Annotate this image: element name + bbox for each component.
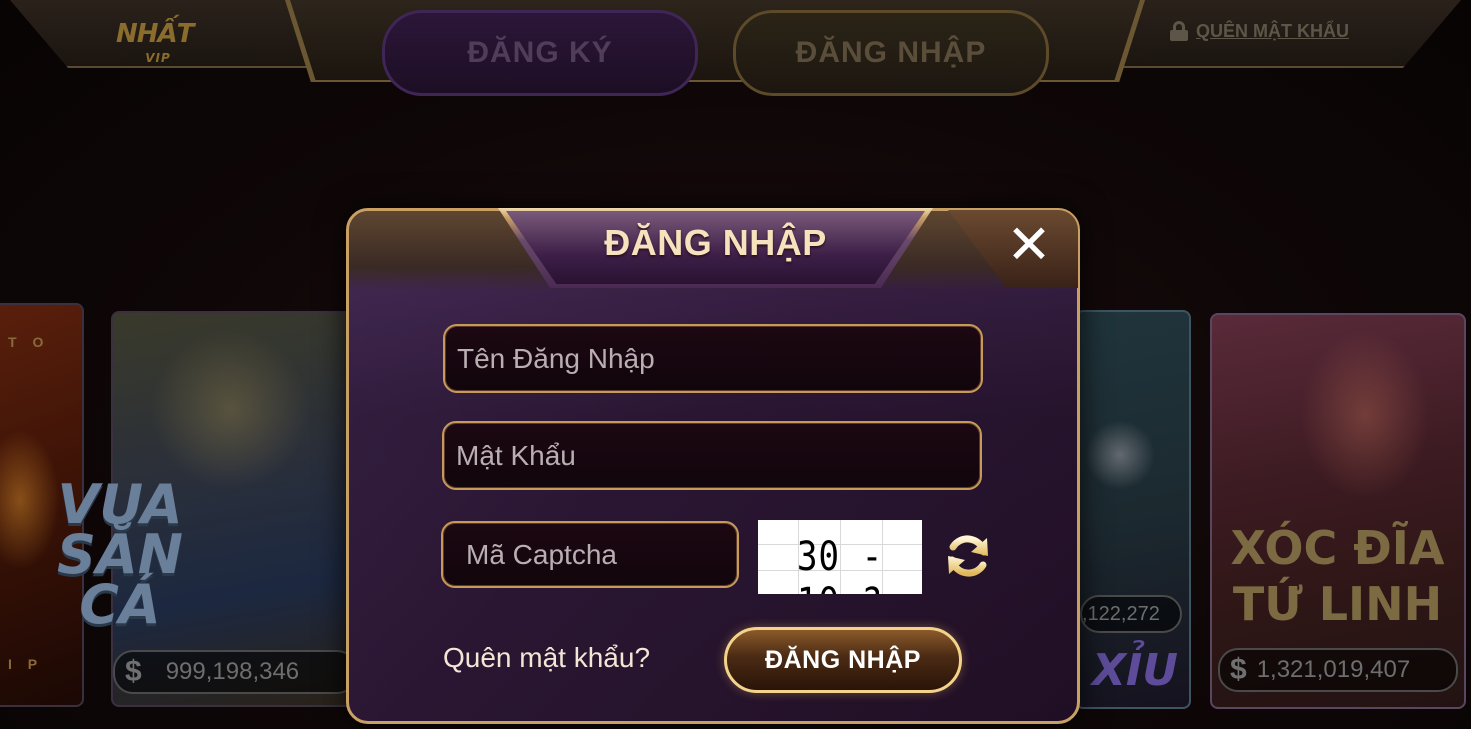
captcha-field[interactable] <box>441 521 739 588</box>
game-card-left-top-text: T O <box>8 334 50 350</box>
game-title-vua-san-ca: VUA SĂN CÁ <box>57 473 183 636</box>
captcha-image: 30 - 10=? <box>758 520 922 594</box>
jackpot-xoc-dia: $ 1,321,019,407 <box>1218 648 1458 692</box>
game-title-tai-xiu: XỈU <box>1092 645 1179 696</box>
register-button[interactable]: ĐĂNG KÝ <box>382 10 698 96</box>
forgot-password-top-label: QUÊN MẬT KHẨU <box>1196 20 1349 41</box>
dice-icon <box>1085 420 1155 490</box>
jackpot-value: 999,198,346 <box>165 658 300 685</box>
forgot-password-link[interactable]: Quên mật khẩu? <box>443 642 650 674</box>
logo-text: NHẤT <box>116 19 194 49</box>
refresh-icon[interactable] <box>944 532 992 580</box>
password-field[interactable] <box>442 421 982 490</box>
card-glow <box>150 330 310 490</box>
card-glow <box>1300 330 1430 500</box>
logo: NHẤT VIP <box>116 19 200 70</box>
jackpot-value: 1,321,019,407 <box>1256 656 1411 683</box>
currency-icon: $ <box>125 655 142 688</box>
modal-title: ĐĂNG NHẬP <box>604 222 827 263</box>
forgot-password-top-link[interactable]: QUÊN MẬT KHẨU <box>1170 18 1349 44</box>
logo-sub: VIP <box>145 51 171 65</box>
login-button[interactable]: ĐĂNG NHẬP <box>733 10 1049 96</box>
jackpot-value: ,122,272 <box>1082 602 1160 625</box>
currency-icon: $ <box>1230 653 1247 686</box>
register-label: ĐĂNG KÝ <box>467 36 613 69</box>
game-title-xoc-dia: XÓC ĐĨA TỨ LINH <box>1230 521 1445 631</box>
username-field[interactable] <box>443 324 983 393</box>
login-label: ĐĂNG NHẬP <box>795 36 987 69</box>
jackpot-tai-xiu: ,122,272 <box>1080 595 1182 633</box>
password-input[interactable] <box>444 423 980 488</box>
jackpot-vua-san-ca: $ 999,198,346 <box>113 650 357 694</box>
close-icon[interactable]: ✕ <box>1004 218 1054 272</box>
username-input[interactable] <box>445 326 981 391</box>
captcha-input[interactable] <box>443 523 737 586</box>
lock-icon <box>1170 21 1188 41</box>
captcha-challenge: 30 - 10=? <box>796 534 884 594</box>
submit-login-label: ĐĂNG NHẬP <box>765 645 921 674</box>
submit-login-button[interactable]: ĐĂNG NHẬP <box>724 627 962 693</box>
game-card-left-bottom-text: I P <box>8 656 44 672</box>
